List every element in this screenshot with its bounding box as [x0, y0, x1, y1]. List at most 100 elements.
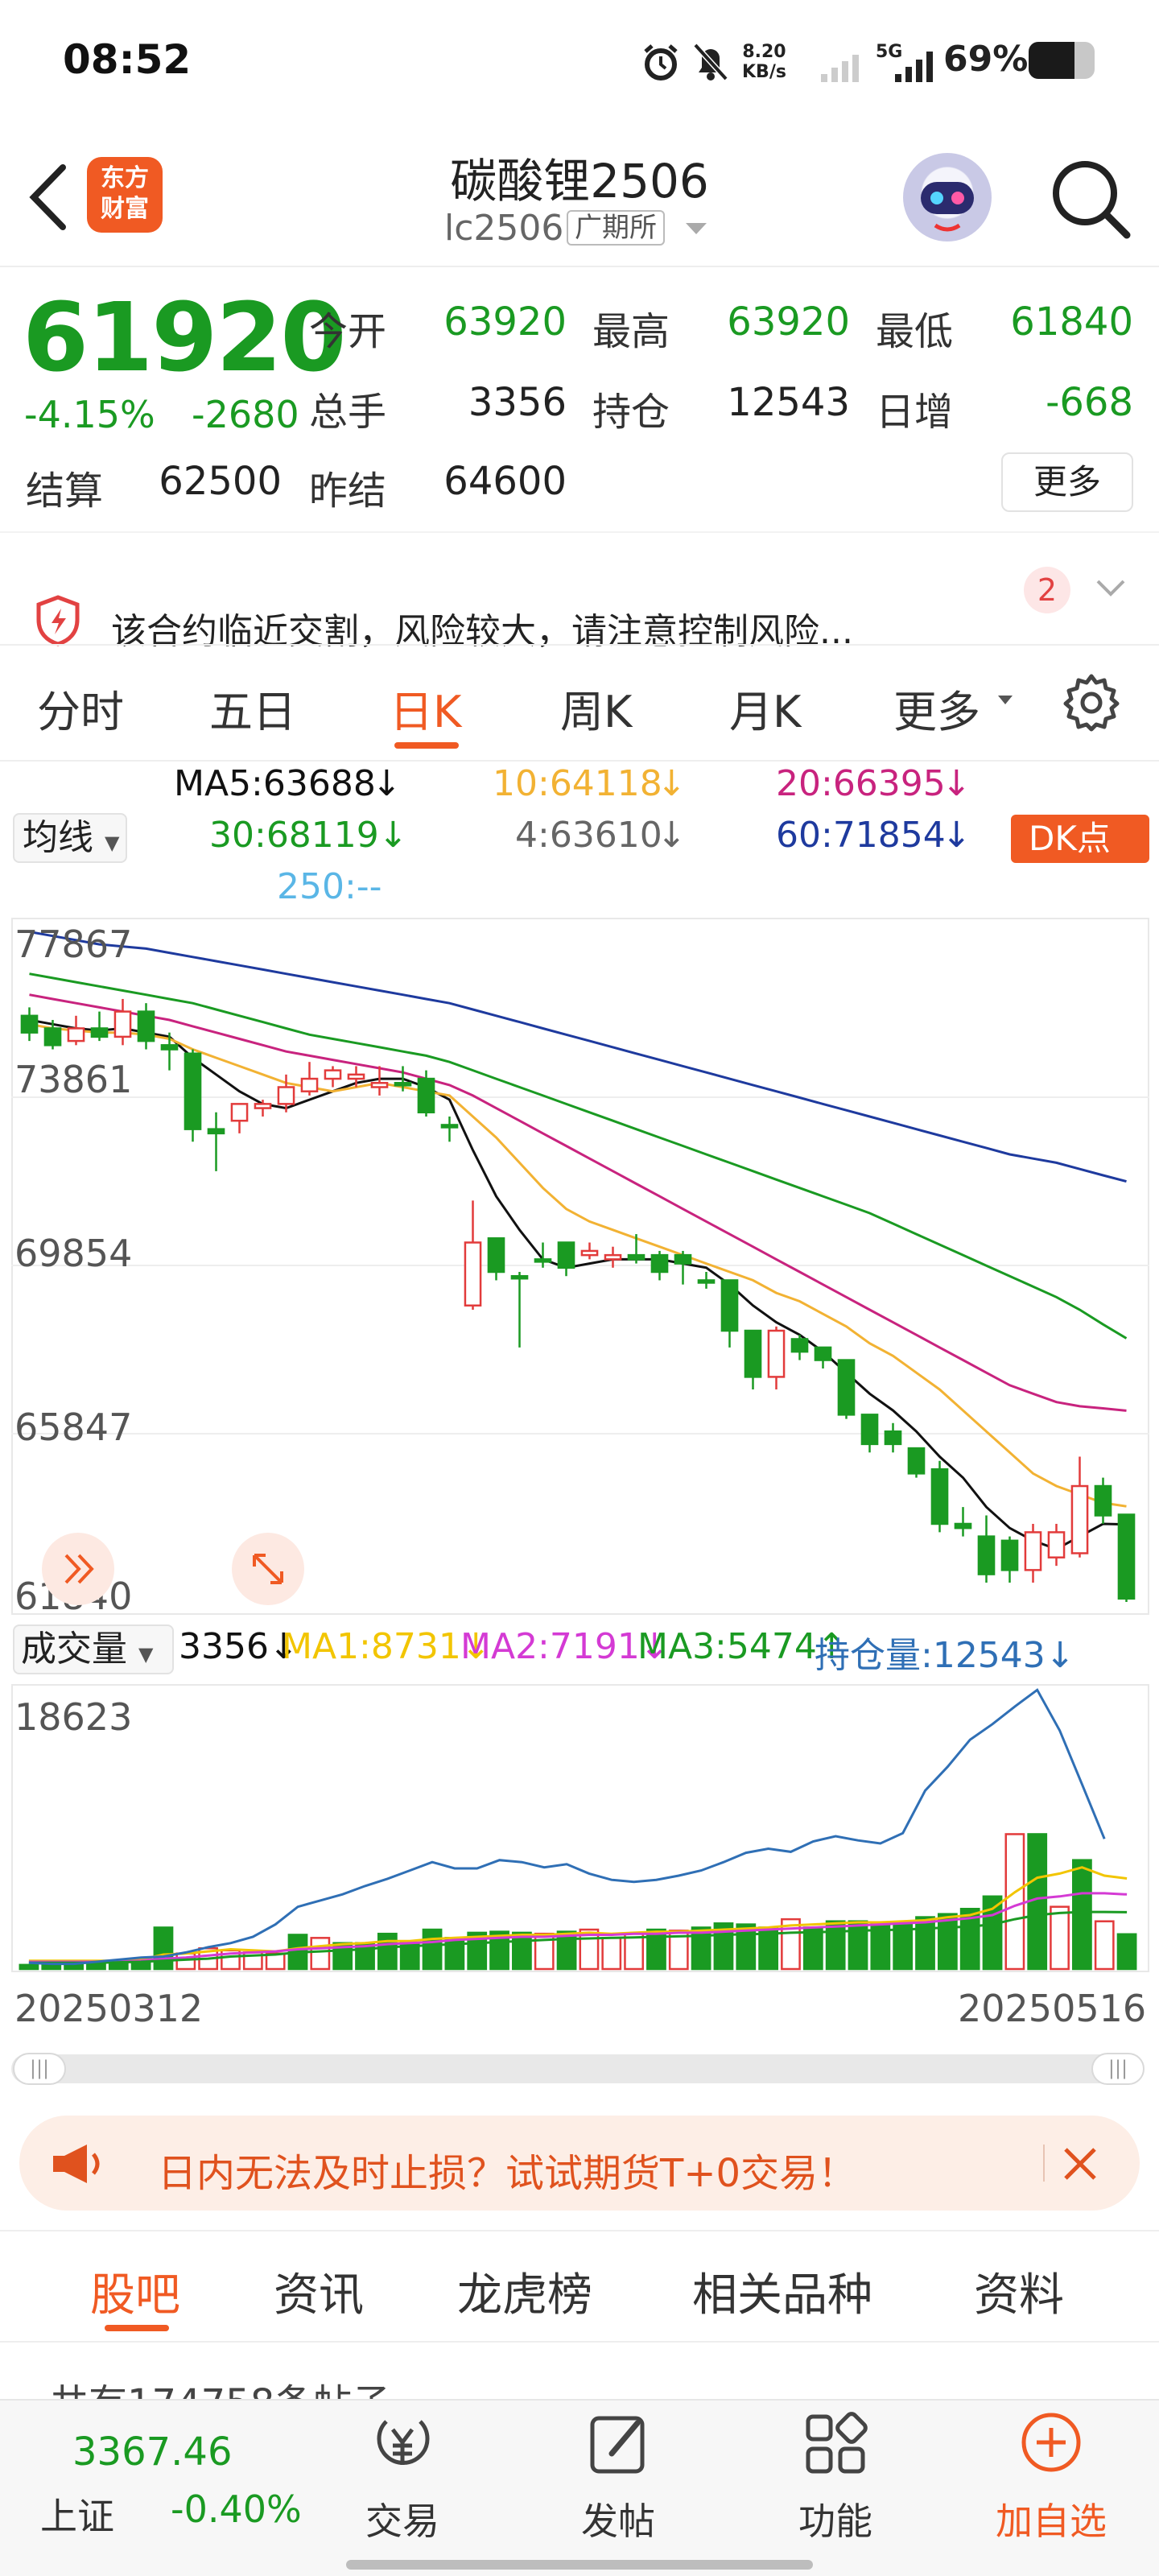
tab-profile[interactable]: 资料: [974, 2259, 1064, 2324]
candle-body: [604, 1253, 622, 1261]
kline-chart[interactable]: [11, 918, 1149, 1615]
candle-body: [954, 1522, 972, 1530]
volume-value: 3356: [179, 1626, 269, 1667]
prev-settlement-value: 64600: [443, 459, 567, 504]
candle: [697, 1272, 716, 1289]
close-icon[interactable]: [1061, 2145, 1099, 2183]
volume-bar: [915, 1916, 935, 1971]
tab-monthly-k[interactable]: 月K: [729, 676, 801, 740]
trade-yen-icon[interactable]: [354, 2407, 451, 2479]
back-button[interactable]: [24, 161, 72, 233]
search-button[interactable]: [1046, 155, 1135, 243]
ma60-arrow-icon: ↓: [942, 815, 971, 856]
candle: [1117, 1513, 1136, 1602]
candle: [487, 1237, 505, 1281]
volume-indicator-select[interactable]: 成交量 ▼: [13, 1624, 174, 1674]
candle: [300, 1062, 319, 1096]
more-dropdown-icon[interactable]: [996, 694, 1014, 707]
volume-dropdown-icon: ▼: [138, 1643, 154, 1666]
candle: [767, 1326, 786, 1390]
expand-sidebar-button[interactable]: [42, 1533, 114, 1605]
network-speed-unit: KB/s: [742, 62, 786, 82]
dk-point-label: DK点: [1029, 819, 1111, 858]
candle-body: [1000, 1539, 1019, 1571]
robot-assistant-avatar[interactable]: [903, 153, 992, 242]
candle: [557, 1241, 575, 1277]
tab-related[interactable]: 相关品种: [692, 2259, 872, 2324]
candle-body: [884, 1430, 902, 1446]
index-value: 3367.46: [72, 2429, 233, 2475]
candle: [580, 1242, 599, 1260]
exchange-tag[interactable]: 广期所: [567, 210, 665, 246]
index-change: -0.40%: [171, 2487, 302, 2531]
candle-body: [627, 1253, 645, 1261]
candle-body: [324, 1069, 342, 1080]
candle: [790, 1335, 809, 1360]
volume-bar: [1094, 1920, 1115, 1971]
nav-add-watchlist[interactable]: 加自选: [979, 2492, 1124, 2545]
y-tick-3: 69854: [14, 1232, 133, 1275]
candle-body: [207, 1128, 225, 1135]
candle-body: [977, 1535, 996, 1575]
candle: [744, 1329, 762, 1390]
range-handle-left[interactable]: |||: [13, 2053, 66, 2085]
tab-weekly-k[interactable]: 周K: [560, 676, 632, 740]
candle: [20, 1007, 39, 1042]
candle: [207, 1112, 225, 1171]
ma60-legend: 60:71854: [776, 815, 946, 856]
exchange-dropdown-icon[interactable]: [684, 221, 708, 237]
nav-function[interactable]: 功能: [763, 2492, 908, 2545]
dk-point-button[interactable]: DK点: [1011, 815, 1149, 863]
candle-body: [674, 1253, 692, 1265]
ma5-legend: MA5:63688: [174, 763, 376, 804]
battery-icon: [1029, 42, 1095, 79]
post-edit-icon[interactable]: [570, 2407, 666, 2479]
tab-news[interactable]: 资讯: [274, 2259, 364, 2324]
tab-more[interactable]: 更多: [893, 676, 980, 740]
promo-text[interactable]: 日内无法及时止损？试试期货T+0交易！: [158, 2141, 856, 2198]
grid-function-icon[interactable]: [787, 2407, 884, 2479]
tab-top-traders[interactable]: 龙虎榜: [457, 2259, 592, 2324]
chevron-down-icon[interactable]: [1095, 576, 1127, 601]
date-end-label: 20250516: [958, 1987, 1147, 2030]
tab-daily-k[interactable]: 日K: [390, 676, 461, 740]
high-value: 63920: [727, 299, 850, 345]
candle: [650, 1250, 669, 1281]
chart-range-scrollbar[interactable]: [11, 2054, 1143, 2083]
volume-bar: [422, 1928, 443, 1971]
candle: [324, 1066, 342, 1088]
more-quote-button[interactable]: 更多: [1001, 452, 1133, 512]
candle-body: [347, 1073, 365, 1080]
open-interest-label: 持仓: [592, 390, 670, 435]
ma-type-select[interactable]: 均线 ▼: [13, 813, 127, 863]
candle: [113, 998, 132, 1046]
low-label: 最低: [876, 309, 954, 354]
candle: [534, 1242, 552, 1268]
candle-body: [1070, 1484, 1089, 1554]
volume-label: 总手: [309, 390, 387, 435]
candle: [954, 1507, 972, 1537]
candle-body: [394, 1082, 412, 1087]
volume-chart[interactable]: [11, 1684, 1149, 1972]
candle-body: [160, 1044, 179, 1051]
candle: [184, 1049, 202, 1142]
volume-indicator-label: 成交量: [21, 1629, 127, 1670]
fullscreen-button[interactable]: [232, 1533, 304, 1605]
candle: [90, 1011, 109, 1042]
candle-body: [930, 1468, 949, 1525]
signal-strong-icon: [895, 52, 933, 82]
change-percent: -4.15%: [24, 393, 155, 436]
ma-type-dropdown-icon: ▼: [105, 832, 120, 854]
volume-y-tick: 18623: [14, 1695, 133, 1739]
tab-intraday[interactable]: 分时: [37, 676, 124, 740]
candle-body: [814, 1346, 832, 1361]
add-watchlist-icon[interactable]: [1003, 2407, 1099, 2479]
nav-trade[interactable]: 交易: [330, 2492, 475, 2545]
tab-five-day[interactable]: 五日: [209, 676, 296, 740]
tab-forum[interactable]: 股吧: [90, 2259, 180, 2324]
nav-post[interactable]: 发帖: [546, 2492, 691, 2545]
ma10-legend: 10:64118: [493, 763, 662, 804]
range-handle-right[interactable]: |||: [1091, 2053, 1145, 2085]
settings-gear-icon[interactable]: [1061, 671, 1122, 733]
ma20-legend: 20:66395: [776, 763, 946, 804]
